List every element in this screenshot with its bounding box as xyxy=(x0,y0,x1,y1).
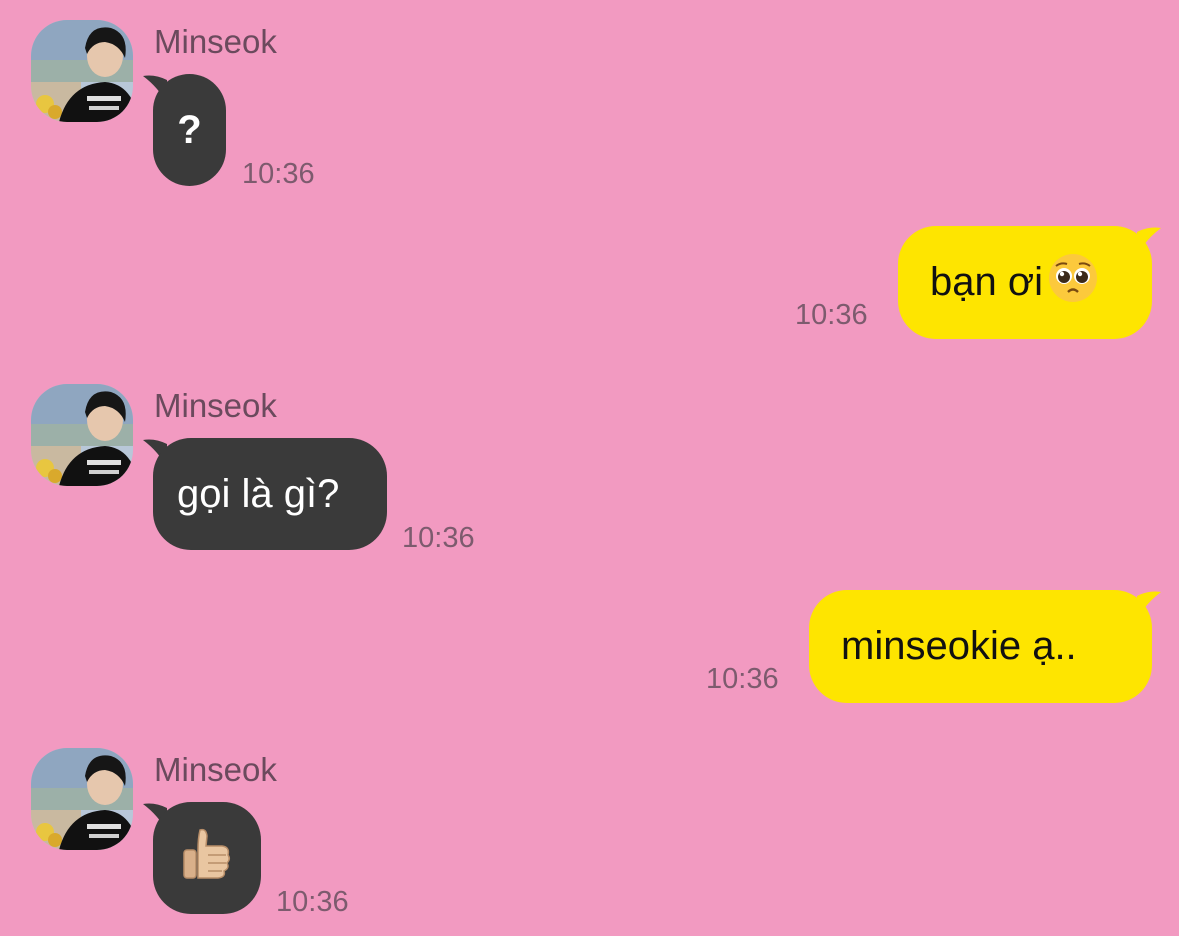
message-bubble[interactable]: bạn ơi xyxy=(898,226,1152,339)
pleading-face-icon xyxy=(1047,252,1099,314)
message-bubble[interactable]: gọi là gì? xyxy=(153,438,387,550)
message-bubble[interactable] xyxy=(153,802,261,914)
thumbs-up-icon xyxy=(178,824,236,892)
message-timestamp: 10:36 xyxy=(402,522,475,554)
message-timestamp: 10:36 xyxy=(795,299,868,331)
message-timestamp: 10:36 xyxy=(242,158,315,190)
message-text: bạn ơi xyxy=(930,260,1043,304)
chat-message-list[interactable]: Minseok ? 10:36 bạn ơi 10:36 Minseok gọi… xyxy=(0,0,1179,936)
avatar[interactable] xyxy=(31,384,133,486)
message-timestamp: 10:36 xyxy=(276,886,349,918)
message-text: gọi là gì? xyxy=(177,471,340,516)
message-text: minseokie ạ.. xyxy=(841,624,1077,668)
avatar[interactable] xyxy=(31,20,133,122)
message-text: ? xyxy=(177,107,202,152)
sender-name: Minseok xyxy=(154,23,277,60)
avatar[interactable] xyxy=(31,748,133,850)
message-bubble[interactable]: minseokie ạ.. xyxy=(809,590,1152,703)
sender-name: Minseok xyxy=(154,751,277,788)
sender-name: Minseok xyxy=(154,387,277,424)
message-timestamp: 10:36 xyxy=(706,663,779,695)
message-bubble[interactable]: ? xyxy=(153,74,226,186)
